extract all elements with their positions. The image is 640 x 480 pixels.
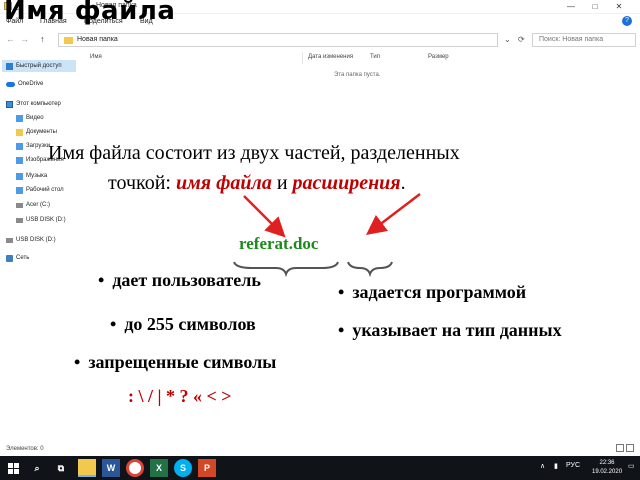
- nav-item-usb-disk[interactable]: USB DISK (D:): [16, 214, 66, 226]
- arrow-to-name: [243, 195, 286, 238]
- column-type[interactable]: Тип: [370, 54, 380, 60]
- search-icon[interactable]: ⌕: [28, 459, 46, 477]
- start-button[interactable]: [4, 459, 22, 477]
- cloud-icon: [6, 81, 15, 87]
- forward-arrow-icon[interactable]: →: [20, 34, 29, 44]
- usb-drive-icon: [16, 217, 23, 223]
- file-explorer-icon[interactable]: [78, 459, 96, 477]
- taskbar: ⌕ ⧉ W X S P ∧ ▮ РУС 22:36 19.02.2020 ▭: [0, 456, 640, 480]
- help-icon[interactable]: ?: [622, 16, 632, 26]
- nav-item-quick-access[interactable]: Быстрый доступ: [2, 60, 76, 72]
- maximize-button[interactable]: □: [584, 0, 606, 14]
- slide-annotations: [233, 193, 421, 278]
- nav-item-usb-disk-root[interactable]: USB DISK (D:): [6, 234, 56, 246]
- list-item: до 255 символов: [110, 314, 255, 335]
- refresh-icon[interactable]: ⟳: [518, 35, 525, 44]
- nav-item-label: USB DISK (D:): [26, 217, 66, 223]
- brace-extension: [347, 261, 393, 278]
- definition-suffix: .: [400, 172, 406, 194]
- close-button[interactable]: ✕: [608, 0, 630, 14]
- chrome-icon[interactable]: [126, 459, 144, 477]
- list-item: задается программой: [338, 282, 526, 303]
- nav-item-drive-c[interactable]: Acer (C:): [16, 199, 50, 211]
- network-icon: [6, 254, 13, 262]
- nav-item-network[interactable]: Сеть: [6, 252, 29, 264]
- slide-title: Имя файла: [4, 0, 176, 26]
- clock-time: 22:36: [599, 460, 615, 466]
- list-item: дает пользователь: [98, 270, 261, 291]
- nav-item-label: Музыка: [26, 173, 48, 179]
- drive-icon: [16, 202, 23, 208]
- back-arrow-icon[interactable]: ←: [6, 34, 15, 44]
- arrow-to-extension: [366, 193, 421, 236]
- minimize-button[interactable]: —: [560, 0, 582, 14]
- nav-item-desktop[interactable]: Рабочий стол: [16, 184, 64, 196]
- excel-icon[interactable]: X: [150, 459, 168, 477]
- usb-drive-icon: [6, 237, 13, 243]
- up-arrow-icon[interactable]: ↑: [40, 34, 45, 44]
- powerpoint-icon[interactable]: P: [198, 459, 216, 477]
- nav-item-label: Сеть: [16, 255, 30, 261]
- nav-item-video[interactable]: Видео: [16, 112, 44, 124]
- address-row: ← → ↑ Новая папка ⌄ ⟳ Поиск: Новая папка: [0, 31, 640, 49]
- nav-item-this-pc[interactable]: Этот компьютер: [6, 98, 61, 110]
- clock[interactable]: 22:36 19.02.2020: [592, 459, 622, 477]
- details-view-icon[interactable]: [616, 444, 624, 452]
- file-list-header: Имя Дата изменения Тип Размер: [86, 52, 486, 64]
- view-toggle: [616, 444, 636, 453]
- nav-item-label: USB DISK (D:): [16, 237, 56, 243]
- definition-conjunction: и: [271, 172, 293, 194]
- windows-icon: [7, 462, 19, 474]
- nav-item-label: Документы: [26, 129, 57, 135]
- tiles-view-icon[interactable]: [626, 444, 634, 452]
- nav-item-documents[interactable]: Документы: [16, 126, 57, 138]
- nav-item-label: Рабочий стол: [26, 187, 64, 193]
- address-path: Новая папка: [77, 36, 118, 43]
- navigation-pane: Быстрый доступ OneDrive Этот компьютер В…: [0, 52, 82, 442]
- status-bar: Элементов: 0: [6, 446, 44, 452]
- word-icon[interactable]: W: [102, 459, 120, 477]
- music-icon: [16, 172, 23, 180]
- tray-overflow-icon[interactable]: ∧: [540, 462, 545, 470]
- column-size[interactable]: Размер: [428, 54, 449, 60]
- task-view-icon[interactable]: ⧉: [52, 459, 70, 477]
- nav-item-label: Этот компьютер: [16, 101, 61, 107]
- nav-item-downloads[interactable]: Загрузки: [16, 140, 50, 152]
- list-item: запрещенные символы: [74, 352, 276, 373]
- address-bar[interactable]: Новая папка: [58, 33, 498, 47]
- nav-item-label: Загрузки: [26, 143, 51, 149]
- network-status-icon[interactable]: ▮: [554, 462, 558, 470]
- forbidden-characters: : \ / | * ? « < >: [128, 386, 232, 406]
- desktop-icon: [16, 186, 23, 194]
- notifications-icon[interactable]: ▭: [628, 462, 635, 470]
- documents-icon: [16, 128, 23, 136]
- nav-item-label: OneDrive: [18, 81, 44, 87]
- nav-item-onedrive[interactable]: OneDrive: [6, 78, 43, 90]
- chevron-down-icon[interactable]: ⌄: [504, 35, 511, 44]
- list-item: указывает на тип данных: [338, 320, 561, 341]
- skype-icon[interactable]: S: [174, 459, 192, 477]
- downloads-icon: [16, 142, 23, 150]
- empty-folder-message: Эта папка пуста.: [334, 72, 381, 78]
- term-file-name: имя файла: [175, 172, 272, 194]
- star-icon: [6, 62, 13, 70]
- nav-item-label: Acer (C:): [26, 202, 50, 208]
- definition-line-1: Имя файла состоит из двух частей, раздел…: [48, 142, 460, 164]
- clock-date: 19.02.2020: [592, 469, 623, 475]
- definition-line-2: точкой: имя файла и расширения.: [108, 172, 548, 195]
- term-extension: расширения: [292, 172, 401, 194]
- pictures-icon: [16, 156, 23, 164]
- nav-item-music[interactable]: Музыка: [16, 170, 47, 182]
- definition-prefix: точкой:: [108, 172, 176, 194]
- example-filename: referat.doc: [239, 234, 319, 253]
- nav-item-label: Быстрый доступ: [16, 63, 62, 69]
- computer-icon: [6, 100, 13, 108]
- video-icon: [16, 114, 23, 122]
- column-date-modified[interactable]: Дата изменения: [308, 54, 353, 60]
- language-indicator[interactable]: РУС: [566, 462, 580, 469]
- column-name[interactable]: Имя: [90, 54, 102, 60]
- folder-icon: [64, 37, 73, 44]
- nav-item-label: Видео: [26, 115, 44, 121]
- search-input[interactable]: Поиск: Новая папка: [532, 33, 636, 47]
